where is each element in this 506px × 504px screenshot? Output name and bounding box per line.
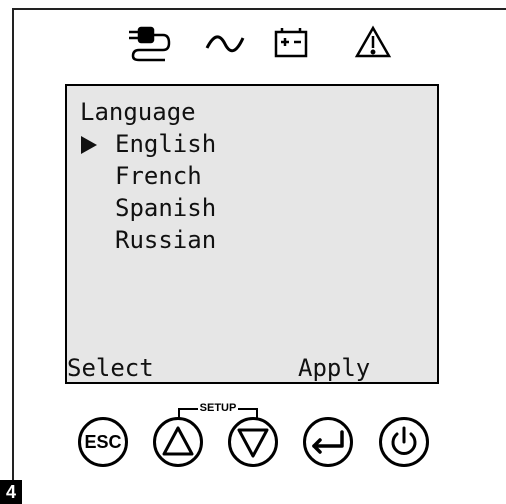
esc-button-label: ESC <box>84 432 122 452</box>
language-option-spanish[interactable]: Spanish <box>115 194 216 226</box>
up-button[interactable] <box>153 417 203 467</box>
language-option-french[interactable]: French <box>115 162 202 194</box>
softkey-apply-label: Apply <box>298 354 371 382</box>
battery-icon <box>274 28 308 58</box>
softkey-select-label: Select <box>67 354 154 382</box>
warning-icon <box>354 25 392 58</box>
lcd-screen: Language English French Spanish Russian … <box>65 84 439 384</box>
language-option-russian[interactable]: Russian <box>115 226 216 258</box>
step-number-badge: 4 <box>0 480 22 504</box>
language-option-english[interactable]: English <box>115 130 216 162</box>
enter-icon <box>312 430 344 454</box>
power-button[interactable] <box>379 417 429 467</box>
ac-plug-icon <box>129 26 171 62</box>
down-triangle-icon <box>237 428 269 458</box>
selection-cursor-icon <box>81 136 97 154</box>
status-icon-bar <box>125 22 405 66</box>
power-icon <box>391 426 417 455</box>
down-button[interactable] <box>228 417 278 467</box>
setup-label-text: SETUP <box>199 402 237 414</box>
sine-wave-icon <box>205 35 245 53</box>
esc-button[interactable]: ESC <box>78 417 128 467</box>
lcd-title: Language <box>80 98 196 126</box>
up-triangle-icon <box>162 426 194 456</box>
enter-button[interactable] <box>303 417 353 467</box>
